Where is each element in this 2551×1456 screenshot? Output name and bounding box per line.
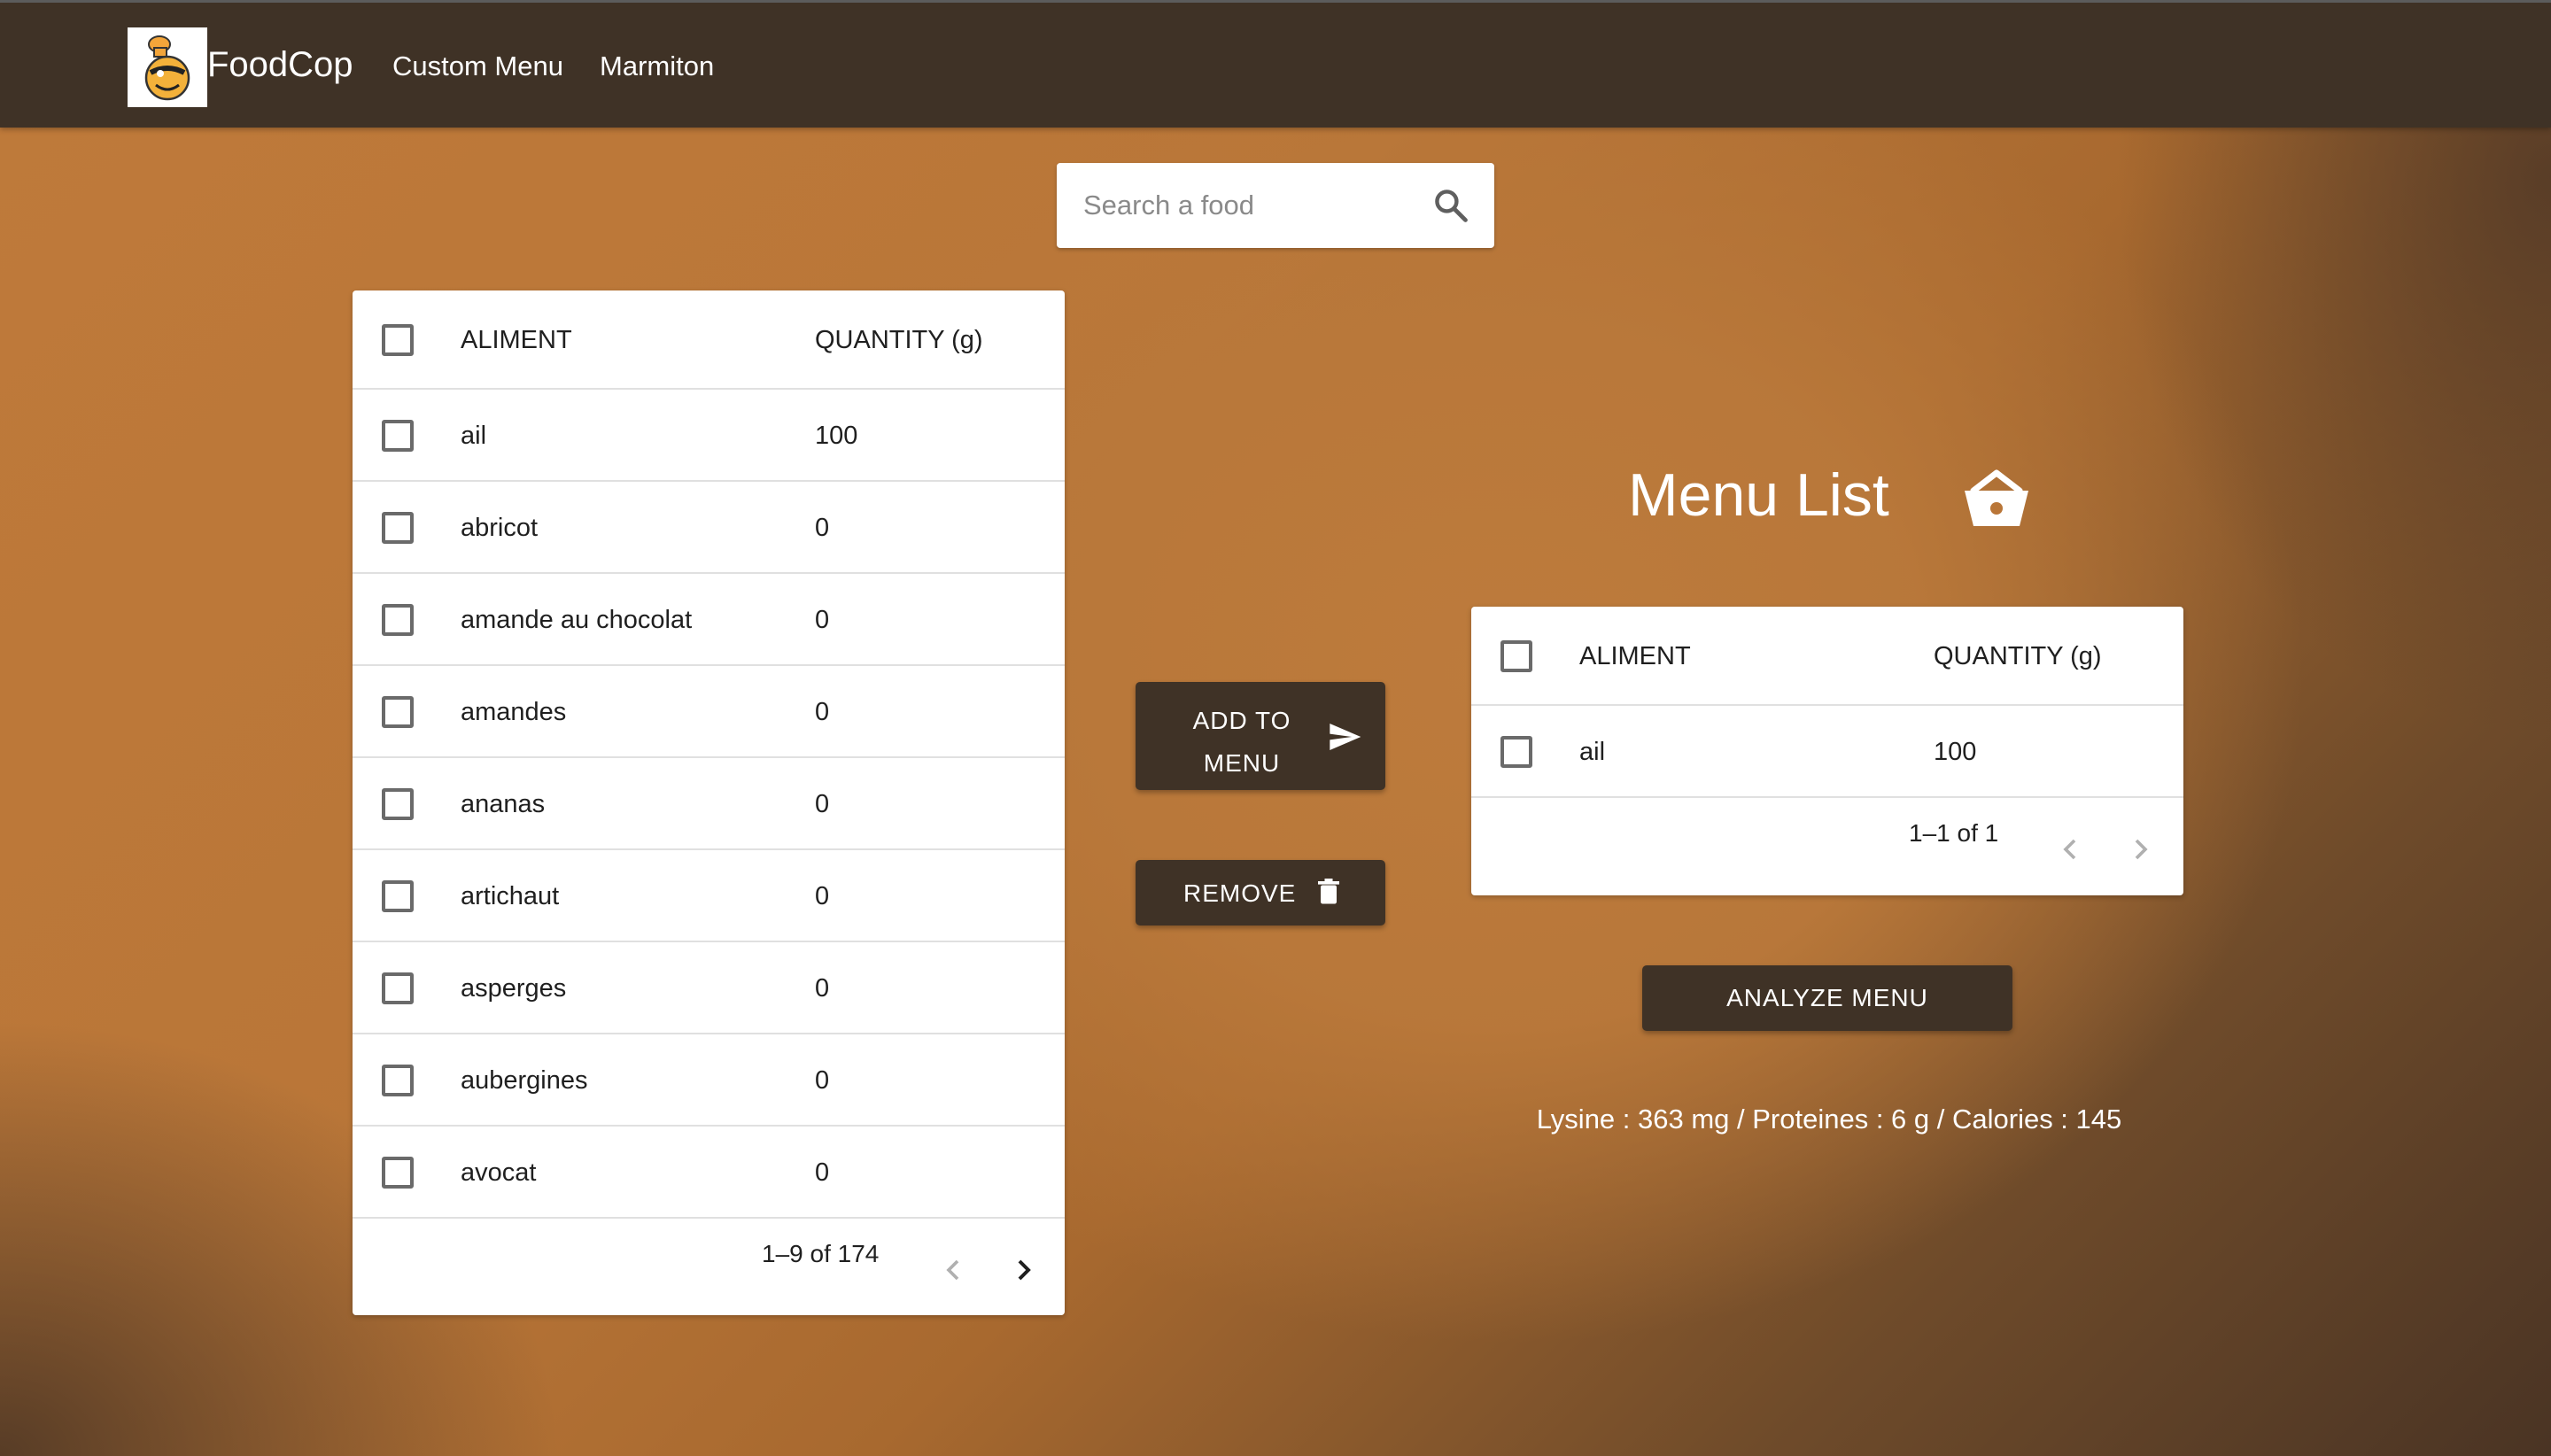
cell-aliment: amandes [461, 698, 567, 726]
row-checkbox[interactable] [382, 1065, 414, 1096]
prev-page-button[interactable] [935, 1252, 971, 1288]
analysis-result: Lysine : 363 mg / Proteines : 6 g / Calo… [1536, 1104, 2122, 1135]
add-to-menu-label: ADD TO MENU [1192, 707, 1291, 777]
remove-label: REMOVE [1183, 879, 1297, 907]
send-icon [1330, 724, 1361, 750]
cell-quantity[interactable]: 0 [815, 1066, 829, 1096]
add-to-menu-button[interactable]: ADD TO MENU [1136, 682, 1385, 790]
basket-button[interactable] [1961, 469, 2032, 534]
table-pagination: 1–9 of 174 [353, 1219, 1065, 1313]
column-header-aliment[interactable]: ALIMENT [1579, 642, 1691, 671]
cell-aliment: avocat [461, 1158, 537, 1187]
cell-aliment: amande au chocolat [461, 606, 693, 634]
table-row[interactable]: amande au chocolat 0 [353, 574, 1065, 666]
table-row[interactable]: ail 100 [353, 390, 1065, 482]
remove-button[interactable]: REMOVE [1136, 860, 1385, 925]
table-row[interactable]: artichaut 0 [353, 850, 1065, 942]
table-pagination: 1–1 of 1 [1471, 798, 2183, 893]
select-all-checkbox[interactable] [1500, 640, 1532, 672]
row-checkbox[interactable] [382, 512, 414, 544]
app-logo[interactable] [128, 27, 207, 107]
chevron-right-icon [1018, 1259, 1031, 1281]
cell-aliment: abricot [461, 514, 539, 542]
column-header-quantity[interactable]: QUANTITY (g) [815, 326, 983, 355]
pagination-text: 1–1 of 1 [1909, 819, 1999, 847]
nav-custom-menu[interactable]: Custom Menu [392, 50, 563, 82]
chef-logo-icon [144, 35, 190, 101]
table-row[interactable]: aubergines 0 [353, 1034, 1065, 1127]
menu-list-title: Menu List [1628, 461, 1889, 529]
food-table: ALIMENT QUANTITY (g) ail 100 abricot 0 a… [353, 290, 1065, 1315]
column-header-quantity[interactable]: QUANTITY (g) [1934, 642, 2102, 671]
cell-quantity[interactable]: 0 [815, 698, 829, 727]
pagination-text: 1–9 of 174 [762, 1240, 880, 1267]
table-row[interactable]: avocat 0 [353, 1127, 1065, 1219]
cell-quantity[interactable]: 100 [815, 422, 857, 451]
chevron-right-icon [2135, 839, 2148, 860]
analyze-menu-button[interactable]: ANALYZE MENU [1642, 965, 2012, 1031]
search-button[interactable] [1431, 186, 1470, 225]
column-header-aliment[interactable]: ALIMENT [461, 326, 572, 355]
search-icon [1435, 190, 1468, 222]
row-checkbox[interactable] [382, 880, 414, 912]
search-box [1057, 163, 1494, 248]
table-header: ALIMENT QUANTITY (g) [353, 290, 1065, 390]
menu-table: ALIMENT QUANTITY (g) ail 100 1–1 of 1 [1471, 607, 2183, 895]
row-checkbox[interactable] [382, 696, 414, 728]
row-checkbox[interactable] [1500, 736, 1532, 768]
search-input[interactable] [1083, 184, 1420, 227]
top-navbar: FoodCop Custom Menu Marmiton [0, 0, 2551, 128]
row-checkbox[interactable] [382, 420, 414, 452]
cell-aliment: ail [1579, 738, 1606, 766]
row-checkbox[interactable] [382, 788, 414, 820]
select-all-checkbox[interactable] [382, 324, 414, 356]
chevron-left-icon [2063, 839, 2076, 860]
cell-aliment: aubergines [461, 1066, 588, 1095]
next-page-button[interactable] [1006, 1252, 1042, 1288]
chevron-left-icon [946, 1259, 959, 1281]
trash-icon [1318, 879, 1339, 904]
cell-quantity[interactable]: 0 [815, 790, 829, 819]
cell-quantity[interactable]: 0 [815, 1158, 829, 1188]
cell-quantity[interactable]: 100 [1934, 738, 1976, 767]
table-row[interactable]: ananas 0 [353, 758, 1065, 850]
table-header: ALIMENT QUANTITY (g) [1471, 607, 2183, 706]
cell-aliment: ail [461, 422, 487, 450]
next-page-button[interactable] [2123, 832, 2159, 867]
prev-page-button[interactable] [2052, 832, 2088, 867]
row-checkbox[interactable] [382, 1157, 414, 1189]
brand-name[interactable]: FoodCop [207, 45, 353, 85]
table-row[interactable]: ail 100 [1471, 706, 2183, 798]
cell-quantity[interactable]: 0 [815, 514, 829, 543]
cell-quantity[interactable]: 0 [815, 974, 829, 1003]
basket-icon [1965, 469, 2028, 526]
table-row[interactable]: amandes 0 [353, 666, 1065, 758]
row-checkbox[interactable] [382, 972, 414, 1004]
cell-aliment: ananas [461, 790, 546, 818]
cell-aliment: artichaut [461, 882, 560, 910]
cell-quantity[interactable]: 0 [815, 882, 829, 911]
cell-quantity[interactable]: 0 [815, 606, 829, 635]
row-checkbox[interactable] [382, 604, 414, 636]
table-row[interactable]: asperges 0 [353, 942, 1065, 1034]
nav-marmiton[interactable]: Marmiton [600, 50, 714, 82]
table-row[interactable]: abricot 0 [353, 482, 1065, 574]
cell-aliment: asperges [461, 974, 567, 1003]
